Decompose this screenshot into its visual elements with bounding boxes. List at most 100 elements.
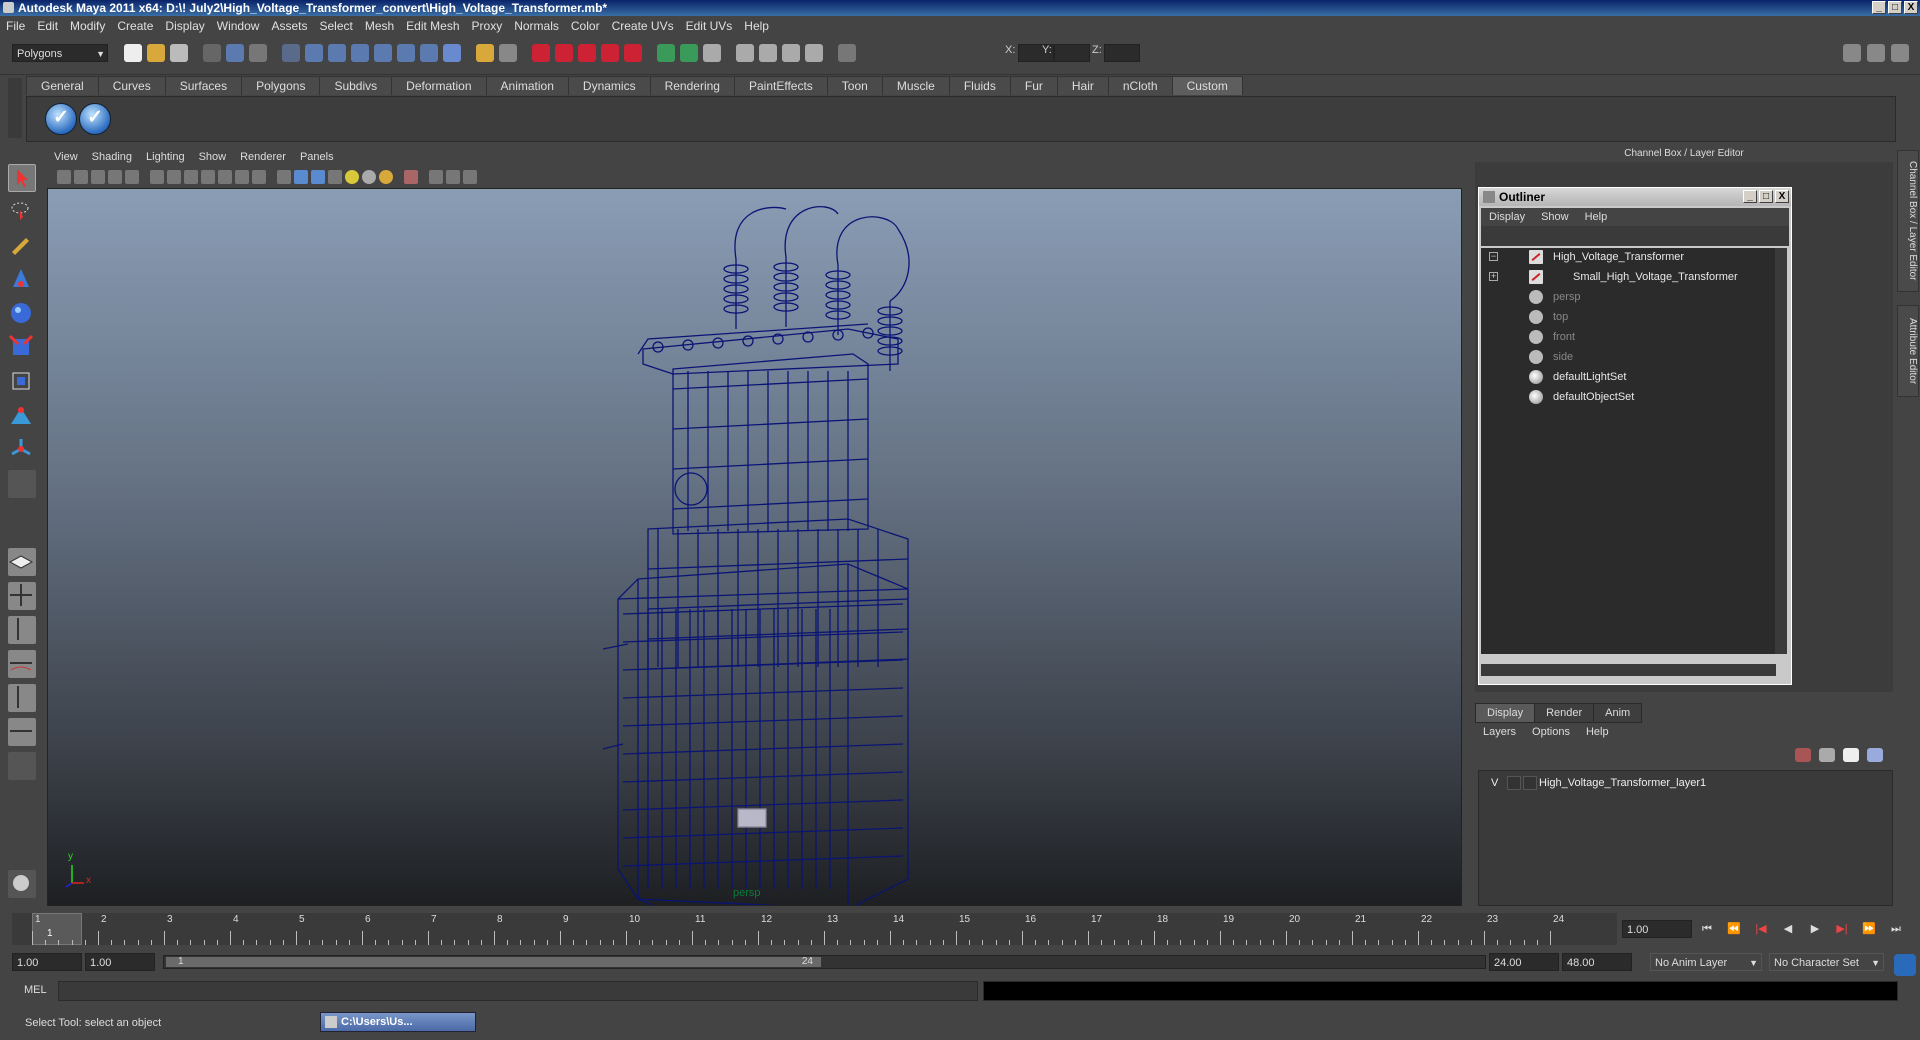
save-scene-icon[interactable] [170,44,188,62]
play-forwards-button[interactable]: ▶ [1804,920,1826,938]
shelf-tab-hair[interactable]: Hair [1056,76,1109,95]
outliner-item[interactable]: defaultLightSet [1481,368,1776,386]
hypershade-layout-icon[interactable] [8,684,36,712]
outliner-menu-display[interactable]: Display [1481,211,1533,223]
outliner-item[interactable]: defaultObjectSet [1481,388,1776,406]
layer-tab-display[interactable]: Display [1475,703,1536,723]
menu-edit[interactable]: Edit [31,19,64,33]
paint-select-tool-icon[interactable] [8,232,36,260]
step-back-key-button[interactable]: ⏪ [1723,920,1745,938]
wireframe-icon[interactable] [277,170,291,184]
snap-curve-icon[interactable] [555,44,573,62]
hand-tool-icon[interactable] [8,870,36,898]
outliner-minimize-button[interactable]: _ [1743,190,1757,203]
snap-grid-icon[interactable] [532,44,550,62]
command-language-label[interactable]: MEL [24,984,47,996]
layer-menu-help[interactable]: Help [1578,726,1617,738]
menu-proxy[interactable]: Proxy [466,19,509,33]
open-scene-icon[interactable] [147,44,165,62]
menu-normals[interactable]: Normals [508,19,565,33]
playback-start-field[interactable]: 1.00 [85,953,155,971]
snap-point-icon[interactable] [578,44,596,62]
layout-options-icon[interactable] [8,752,36,780]
menu-window[interactable]: Window [211,19,266,33]
step-back-frame-button[interactable]: |◀ [1750,920,1772,938]
outliner-graph-layout-icon[interactable] [8,718,36,746]
hardware-texturing-icon[interactable] [379,170,393,184]
close-button[interactable]: X [1904,1,1918,14]
render-frame-icon[interactable] [759,44,777,62]
wireframe-on-shaded-icon[interactable] [311,170,325,184]
new-scene-icon[interactable] [124,44,142,62]
two-d-pan-zoom-icon[interactable] [125,170,139,184]
viewport-menu-lighting[interactable]: Lighting [139,151,192,163]
camera-attributes-icon[interactable] [74,170,88,184]
custom-shelf-button-2[interactable] [79,103,111,135]
layer-menu-layers[interactable]: Layers [1475,726,1524,738]
shelf-tab-subdivs[interactable]: Subdivs [319,76,393,95]
safe-title-icon[interactable] [252,170,266,184]
viewport-menu-renderer[interactable]: Renderer [233,151,293,163]
last-used-tool-icon[interactable] [8,470,36,498]
menu-create[interactable]: Create [111,19,159,33]
playback-end-field[interactable]: 24.00 [1489,953,1559,971]
shelf-tab-fur[interactable]: Fur [1009,76,1058,95]
create-empty-layer-icon[interactable] [1843,748,1859,762]
z-field[interactable] [1104,44,1140,62]
menu-modify[interactable]: Modify [64,19,111,33]
play-backwards-button[interactable]: ◀ [1777,920,1799,938]
rotate-tool-icon[interactable] [8,300,36,328]
bookmarks-icon[interactable] [91,170,105,184]
move-layer-up-icon[interactable] [1795,748,1811,762]
select-object-icon[interactable] [226,44,244,62]
layer-row[interactable]: V High_Voltage_Transformer_layer1 [1483,775,1883,791]
time-slider[interactable]: 1 1 2 3 4 5 6 7 8 9 10 11 12 13 14 15 16 17 18 19 20 21 22 23 2… [12,913,1617,945]
shelf-tab-dynamics[interactable]: Dynamics [567,76,651,95]
film-gate-icon[interactable] [167,170,181,184]
auto-key-icon[interactable] [1894,954,1916,976]
expand-icon[interactable]: + [1489,272,1498,281]
outliner-vertical-scrollbar[interactable] [1775,248,1787,654]
select-misc-icon[interactable] [443,44,461,62]
image-plane-icon[interactable] [108,170,122,184]
resolution-gate-icon[interactable] [184,170,198,184]
move-layer-down-icon[interactable] [1819,748,1835,762]
layer-tab-anim[interactable]: Anim [1593,703,1643,723]
gate-mask-icon[interactable] [201,170,215,184]
move-tool-icon[interactable] [8,266,36,294]
grid-icon[interactable] [150,170,164,184]
outliner-filter-field[interactable] [1481,226,1789,246]
menu-assets[interactable]: Assets [265,19,313,33]
shelf-tab-curves[interactable]: Curves [97,76,166,95]
select-curves-icon[interactable] [328,44,346,62]
menu-create-uvs[interactable]: Create UVs [606,19,680,33]
shelf-tab-painteffects[interactable]: PaintEffects [733,76,828,95]
outliner-maximize-button[interactable]: □ [1759,190,1773,203]
layer-tab-render[interactable]: Render [1534,703,1595,723]
xray-joints-icon[interactable] [446,170,460,184]
show-manipulator-icon[interactable] [8,436,36,464]
snap-view-plane-icon[interactable] [601,44,619,62]
shelf-tab-custom[interactable]: Custom [1171,76,1243,95]
layer-menu-options[interactable]: Options [1524,726,1578,738]
tool-settings-toggle-icon[interactable] [1867,44,1885,62]
select-tool-icon[interactable] [8,164,36,192]
smooth-shade-icon[interactable] [294,170,308,184]
xray-icon[interactable] [429,170,443,184]
menu-edit-mesh[interactable]: Edit Mesh [400,19,465,33]
shadows-icon[interactable] [362,170,376,184]
outliner-titlebar[interactable]: Outliner _ □ X [1479,188,1791,206]
persp-graph-layout-icon[interactable] [8,650,36,678]
step-forward-key-button[interactable]: ⏩ [1858,920,1880,938]
go-to-end-button[interactable]: ⏭ [1885,920,1907,938]
shelf-tab-rendering[interactable]: Rendering [649,76,735,95]
outliner-item[interactable]: − High_Voltage_Transformer [1481,248,1776,266]
layer-color-swatch[interactable] [1523,776,1537,790]
lasso-tool-icon[interactable] [8,198,36,226]
render-view-icon[interactable] [736,44,754,62]
backface-culling-icon[interactable] [463,170,477,184]
transformer-wireframe-model[interactable] [48,189,1462,906]
textured-icon[interactable] [328,170,342,184]
step-forward-frame-button[interactable]: ▶| [1831,920,1853,938]
collapse-icon[interactable]: − [1489,252,1498,261]
